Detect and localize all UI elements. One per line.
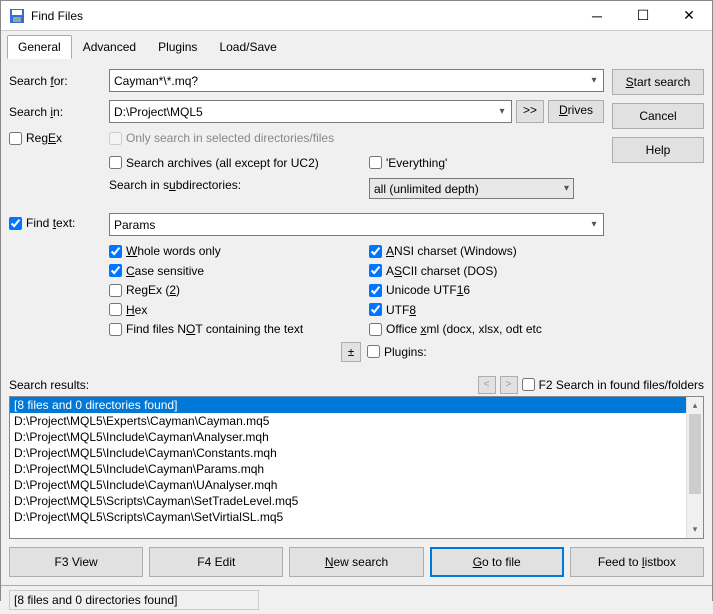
result-item[interactable]: D:\Project\MQL5\Scripts\Cayman\SetTradeL… [10, 493, 703, 509]
chevron-down-icon[interactable]: ▾ [564, 183, 569, 194]
drives-button[interactable]: Drives [548, 100, 604, 123]
feed-listbox-button[interactable]: Feed to listbox [570, 547, 704, 577]
goto-file-button[interactable]: Go to file [430, 547, 564, 577]
find-text-combo[interactable]: ▾ [109, 213, 604, 236]
search-in-input[interactable] [110, 105, 493, 119]
status-bar: [8 files and 0 directories found] [1, 585, 712, 614]
scroll-up-icon[interactable]: ▴ [687, 397, 703, 414]
tab-row: General Advanced Plugins Load/Save [1, 31, 712, 59]
regex-checkbox[interactable]: RegEx [9, 131, 62, 145]
maximize-button[interactable]: ☐ [620, 1, 666, 31]
scroll-thumb[interactable] [689, 414, 701, 494]
f2-checkbox[interactable]: F2 Search in found files/folders [522, 378, 704, 392]
tab-plugins[interactable]: Plugins [147, 35, 208, 59]
start-search-button[interactable]: Start search [612, 69, 704, 95]
result-item[interactable]: D:\Project\MQL5\Experts\Cayman\Cayman.mq… [10, 413, 703, 429]
results-header[interactable]: [8 files and 0 directories found] [10, 397, 703, 413]
depth-value: all (unlimited depth) [374, 182, 479, 196]
app-icon [9, 8, 25, 24]
regex2-checkbox[interactable]: RegEx (2) [109, 283, 180, 297]
window-title: Find Files [31, 9, 574, 23]
more-button[interactable]: >> [516, 100, 544, 123]
next-result-button[interactable]: > [500, 376, 518, 394]
case-sensitive-checkbox[interactable]: Case sensitive [109, 264, 204, 278]
only-selected-checkbox: Only search in selected directories/file… [109, 131, 334, 145]
utf8-checkbox[interactable]: UTF8 [369, 303, 416, 317]
status-text: [8 files and 0 directories found] [9, 590, 259, 610]
chevron-down-icon[interactable]: ▾ [585, 75, 603, 86]
titlebar: Find Files ─ ☐ ✕ [1, 1, 712, 31]
ascii-checkbox[interactable]: ASCII charset (DOS) [369, 264, 497, 278]
tab-general[interactable]: General [7, 35, 72, 59]
not-containing-checkbox[interactable]: Find files NOT containing the text [109, 322, 303, 336]
close-button[interactable]: ✕ [666, 1, 712, 31]
search-in-label: Search in: [9, 105, 109, 119]
search-for-label: Search for: [9, 74, 109, 88]
f3-view-button[interactable]: F3 View [9, 547, 143, 577]
search-in-combo[interactable]: ▾ [109, 100, 512, 123]
result-item[interactable]: D:\Project\MQL5\Include\Cayman\UAnalyser… [10, 477, 703, 493]
search-for-combo[interactable]: ▾ [109, 69, 604, 92]
search-for-input[interactable] [110, 74, 585, 88]
search-archives-checkbox[interactable]: Search archives (all except for UC2) [109, 156, 319, 170]
hex-checkbox[interactable]: Hex [109, 303, 147, 317]
chevron-down-icon[interactable]: ▾ [493, 106, 511, 117]
minimize-button[interactable]: ─ [574, 1, 620, 31]
everything-checkbox[interactable]: 'Everything' [369, 156, 447, 170]
find-text-input[interactable] [110, 218, 585, 232]
whole-words-checkbox[interactable]: Whole words only [109, 244, 221, 258]
new-search-button[interactable]: New search [289, 547, 423, 577]
plugins-checkbox[interactable]: Plugins: [367, 345, 427, 359]
subdirs-label: Search in subdirectories: [109, 178, 241, 192]
results-list[interactable]: [8 files and 0 directories found] D:\Pro… [9, 396, 704, 539]
chevron-down-icon[interactable]: ▾ [585, 219, 603, 230]
depth-select[interactable]: all (unlimited depth) ▾ [369, 178, 574, 199]
find-text-checkbox[interactable]: Find text: [9, 216, 75, 230]
prev-result-button[interactable]: < [478, 376, 496, 394]
plugins-plus-button[interactable]: ± [341, 342, 361, 362]
tab-advanced[interactable]: Advanced [72, 35, 147, 59]
result-item[interactable]: D:\Project\MQL5\Scripts\Cayman\SetVirtia… [10, 509, 703, 525]
scroll-down-icon[interactable]: ▾ [687, 521, 703, 538]
help-button[interactable]: Help [612, 137, 704, 163]
utf16-checkbox[interactable]: Unicode UTF16 [369, 283, 470, 297]
tab-loadsave[interactable]: Load/Save [208, 35, 287, 59]
scrollbar[interactable]: ▴ ▾ [686, 397, 703, 538]
result-item[interactable]: D:\Project\MQL5\Include\Cayman\Params.mq… [10, 461, 703, 477]
result-item[interactable]: D:\Project\MQL5\Include\Cayman\Analyser.… [10, 429, 703, 445]
result-item[interactable]: D:\Project\MQL5\Include\Cayman\Constants… [10, 445, 703, 461]
results-label: Search results: [9, 378, 89, 392]
ansi-checkbox[interactable]: ANSI charset (Windows) [369, 244, 517, 258]
office-checkbox[interactable]: Office xml (docx, xlsx, odt etc [369, 322, 542, 336]
f4-edit-button[interactable]: F4 Edit [149, 547, 283, 577]
cancel-button[interactable]: Cancel [612, 103, 704, 129]
